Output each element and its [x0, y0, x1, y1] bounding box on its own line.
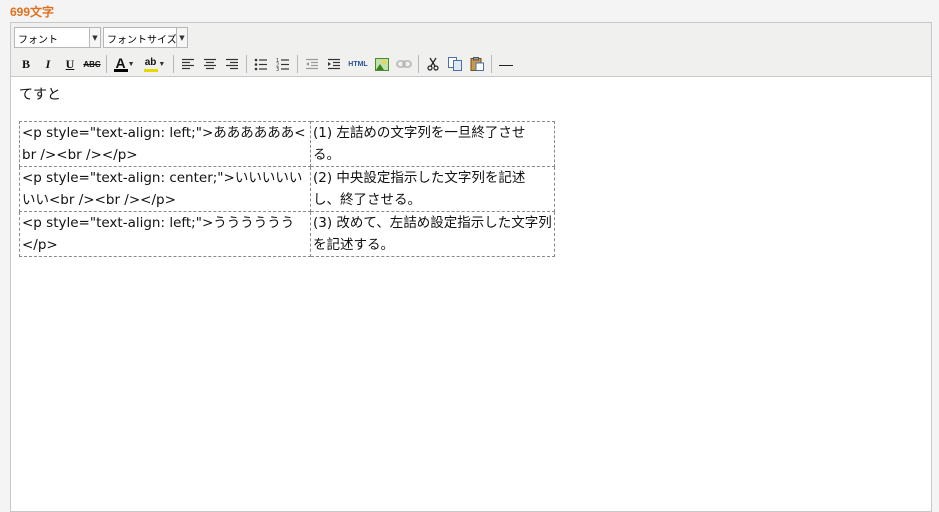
table-cell[interactable]: (1) 左詰めの文字列を一旦終了させる。: [310, 121, 555, 167]
html-source-button[interactable]: HTML: [345, 54, 371, 74]
horizontal-rule-button[interactable]: —: [495, 54, 517, 74]
outdent-icon: [306, 58, 318, 70]
toolbar-row-buttons: B I U ABC A ▼ ab ▼ 1 2 3 HTML —: [15, 53, 517, 75]
table-cell[interactable]: <p style="text-align: left;">うううううう</p>: [19, 211, 311, 257]
copy-button[interactable]: [444, 54, 466, 74]
toolbar-separator: [173, 55, 174, 73]
insert-image-button[interactable]: [371, 54, 393, 74]
content-first-line: てすと: [19, 87, 61, 103]
bold-button[interactable]: B: [15, 54, 37, 74]
align-left-icon: [182, 58, 194, 70]
toolbar-separator: [418, 55, 419, 73]
link-icon: [396, 60, 412, 68]
image-icon: [375, 57, 389, 71]
table-cell[interactable]: (2) 中央設定指示した文字列を記述し、終了させる。: [310, 166, 555, 212]
highlight-color-icon: ab: [144, 56, 157, 68]
underline-button[interactable]: U: [59, 54, 81, 74]
highlight-color-swatch: [144, 69, 158, 72]
cut-button[interactable]: [422, 54, 444, 74]
table-cell[interactable]: <p style="text-align: left;">ああああああ<br /…: [19, 121, 311, 167]
font-family-select-label: フォント: [18, 35, 58, 46]
align-right-button[interactable]: [221, 54, 243, 74]
bullet-list-button[interactable]: [250, 54, 272, 74]
align-right-icon: [226, 58, 238, 70]
chevron-down-icon: ▼: [176, 28, 187, 47]
chevron-down-icon: ▼: [89, 28, 100, 47]
paste-icon: [470, 57, 484, 71]
font-size-select-label: フォントサイズ: [107, 35, 176, 46]
bullet-list-icon: [254, 58, 267, 70]
table-row: <p style="text-align: center;">いいいいいいい<b…: [19, 166, 555, 212]
toolbar-separator: [491, 55, 492, 73]
highlight-color-button[interactable]: ab ▼: [140, 54, 170, 74]
indent-button[interactable]: [323, 54, 345, 74]
table-cell[interactable]: <p style="text-align: center;">いいいいいいい<b…: [19, 166, 311, 212]
copy-icon: [448, 57, 462, 71]
table-cell[interactable]: (3) 改めて、左詰め設定指示した文字列を記述する。: [310, 211, 555, 257]
editor-content-area[interactable]: てすと <p style="text-align: left;">ああああああ<…: [11, 77, 931, 265]
scissors-icon: [427, 57, 439, 71]
toolbar-row-selects: フォント ▼ フォントサイズ ▼: [14, 27, 188, 49]
italic-button[interactable]: I: [37, 54, 59, 74]
toolbar-separator: [297, 55, 298, 73]
font-family-select[interactable]: フォント ▼: [14, 27, 101, 48]
outdent-button[interactable]: [301, 54, 323, 74]
indent-icon: [328, 58, 340, 70]
numbered-list-button[interactable]: 123: [272, 54, 294, 74]
svg-text:3: 3: [276, 67, 279, 71]
align-center-icon: [204, 58, 216, 70]
strikethrough-button[interactable]: ABC: [81, 54, 103, 74]
font-size-select[interactable]: フォントサイズ ▼: [103, 27, 188, 48]
text-color-button[interactable]: A ▼: [110, 54, 140, 74]
align-center-button[interactable]: [199, 54, 221, 74]
align-left-button[interactable]: [177, 54, 199, 74]
toolbar-separator: [246, 55, 247, 73]
insert-link-button[interactable]: [393, 54, 415, 74]
numbered-list-icon: 123: [276, 58, 289, 71]
table-row: <p style="text-align: left;">うううううう</p> …: [19, 211, 555, 257]
content-table: <p style="text-align: left;">ああああああ<br /…: [19, 121, 555, 257]
chevron-down-icon: ▼: [127, 60, 135, 68]
table-row: <p style="text-align: left;">ああああああ<br /…: [19, 121, 555, 167]
toolbar-separator: [106, 55, 107, 73]
rich-text-editor: フォント ▼ フォントサイズ ▼ B I U ABC A ▼ ab ▼ 1 2 …: [10, 22, 932, 512]
paste-button[interactable]: [466, 54, 488, 74]
text-color-swatch: [114, 69, 128, 72]
editor-toolbar: フォント ▼ フォントサイズ ▼ B I U ABC A ▼ ab ▼ 1 2 …: [11, 23, 931, 77]
character-count: 699文字: [10, 5, 55, 19]
chevron-down-icon: ▼: [158, 60, 166, 68]
